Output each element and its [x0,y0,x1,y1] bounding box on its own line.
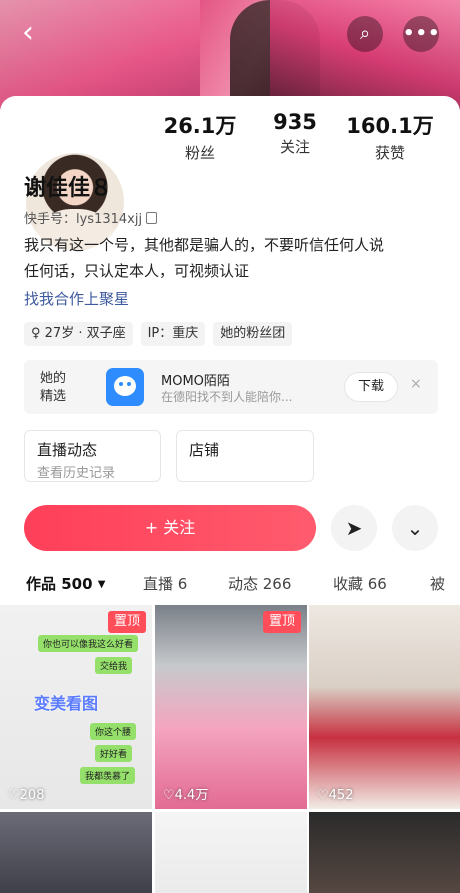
tab-moments[interactable]: 动态 266 [228,573,291,594]
live-history-card[interactable]: 直播动态 查看历史记录 [24,430,161,482]
caret-down-icon: ▼ [97,579,106,590]
stat-following[interactable]: 935 关注 [250,110,340,157]
share-button[interactable]: ➤ [331,505,377,551]
stat-following-label: 关注 [279,138,310,156]
expand-button[interactable]: ⌄ [392,505,438,551]
stat-likes[interactable]: 160.1万 获赞 [345,110,435,163]
work-tile[interactable] [155,812,307,893]
tag-fan-group[interactable]: 她的粉丝团 [213,322,293,346]
work-tile[interactable]: ♡452 [309,605,460,809]
more-icon: ••• [403,23,441,44]
follow-button[interactable]: + 关注 [24,505,316,551]
ad-label-line: 精选 [40,389,67,404]
cover-image [0,0,460,110]
work-tile[interactable] [0,812,152,893]
stat-fans[interactable]: 26.1万 粉丝 [155,110,245,163]
like-count: ♡452 [317,788,354,803]
back-button[interactable]: ‹ [22,18,54,50]
tag-age[interactable]: ♀ 27岁 · 双子座 [24,322,133,346]
profile-sheet: 26.1万 粉丝 935 关注 160.1万 获赞 谢佳佳８ 快手号：lys13… [0,96,460,893]
ad-title: MOMO陌陌 [161,374,230,389]
chat-bubble: 你这个腰 [90,723,137,740]
stat-fans-num: 26.1万 [163,114,237,138]
work-tile[interactable]: 置顶 你也可以像我这么好看 交给我 变美看图 你这个腰 好好看 我都羡慕了 ♡2… [0,605,152,809]
tag-row: ♀ 27岁 · 双子座 IP：重庆 她的粉丝团 [24,322,293,346]
like-count: ♡208 [8,788,45,803]
tag-ip[interactable]: IP：重庆 [140,322,206,346]
chat-bubble: 好好看 [95,745,133,762]
chat-bubble: 我都羡慕了 [80,767,136,784]
stat-likes-label: 获赞 [374,144,405,162]
pinned-badge: 置顶 [108,611,146,633]
kuaishou-id[interactable]: 快手号：lys1314xjj [24,208,158,227]
back-icon: ‹ [22,15,34,50]
search-icon: ⌕ [359,23,371,44]
share-icon: ➤ [345,516,363,540]
stat-likes-num: 160.1万 [346,114,434,138]
stat-fans-label: 粉丝 [184,144,215,162]
chat-bubble: 交给我 [95,657,133,674]
close-icon[interactable]: × [410,376,422,392]
shop-card[interactable]: 店铺 [176,430,314,482]
watermark-text: 变美看图 [34,694,99,713]
kuaishou-id-text: 快手号：lys1314xjj [24,212,143,227]
more-button[interactable]: ••• [403,16,441,52]
bio: 我只有这一个号，其他都是骗人的，不要听信任何人说 任何话，只认定本人，可视频认证 [24,232,444,284]
ad-label-line: 她的 [40,371,67,386]
featured-ad-card[interactable]: 她的 精选 MOMO陌陌 在德阳找不到人能陪你... 下载 × [24,360,438,414]
content-tabs: 作品 500 ▼ 直播 6 动态 266 收藏 66 被 [0,565,460,601]
tab-favorites[interactable]: 收藏 66 [333,573,387,594]
live-card-title: 直播动态 [37,441,98,459]
live-card-subtitle: 查看历史记录 [37,466,116,481]
copy-icon[interactable] [146,212,158,224]
work-tile[interactable] [309,812,460,893]
bio-line: 任何话，只认定本人，可视频认证 [24,262,250,280]
bio-line: 我只有这一个号，其他都是骗人的，不要听信任何人说 [24,236,385,254]
profile-name: 谢佳佳８ [24,176,113,201]
chevron-down-icon: ⌄ [406,516,424,540]
pinned-badge: 置顶 [263,611,301,633]
like-count: ♡4.4万 [163,788,209,803]
ad-subtitle: 在德阳找不到人能陪你... [161,390,293,404]
tab-works[interactable]: 作品 500 ▼ [26,573,105,594]
tab-live[interactable]: 直播 6 [143,573,187,594]
stat-following-num: 935 [273,110,317,134]
chat-bubble: 你也可以像我这么好看 [38,635,139,652]
tab-more[interactable]: 被 [430,573,445,594]
cooperation-link[interactable]: 找我合作上聚星 [24,288,129,309]
tab-works-label: 作品 500 [26,575,93,593]
shop-card-title: 店铺 [189,441,220,459]
momo-app-icon [106,368,144,406]
work-tile[interactable]: 置顶 ♡4.4万 [155,605,307,809]
search-button[interactable]: ⌕ [347,16,383,52]
download-button[interactable]: 下载 [344,372,398,402]
ad-label: 她的 精选 [40,370,66,406]
